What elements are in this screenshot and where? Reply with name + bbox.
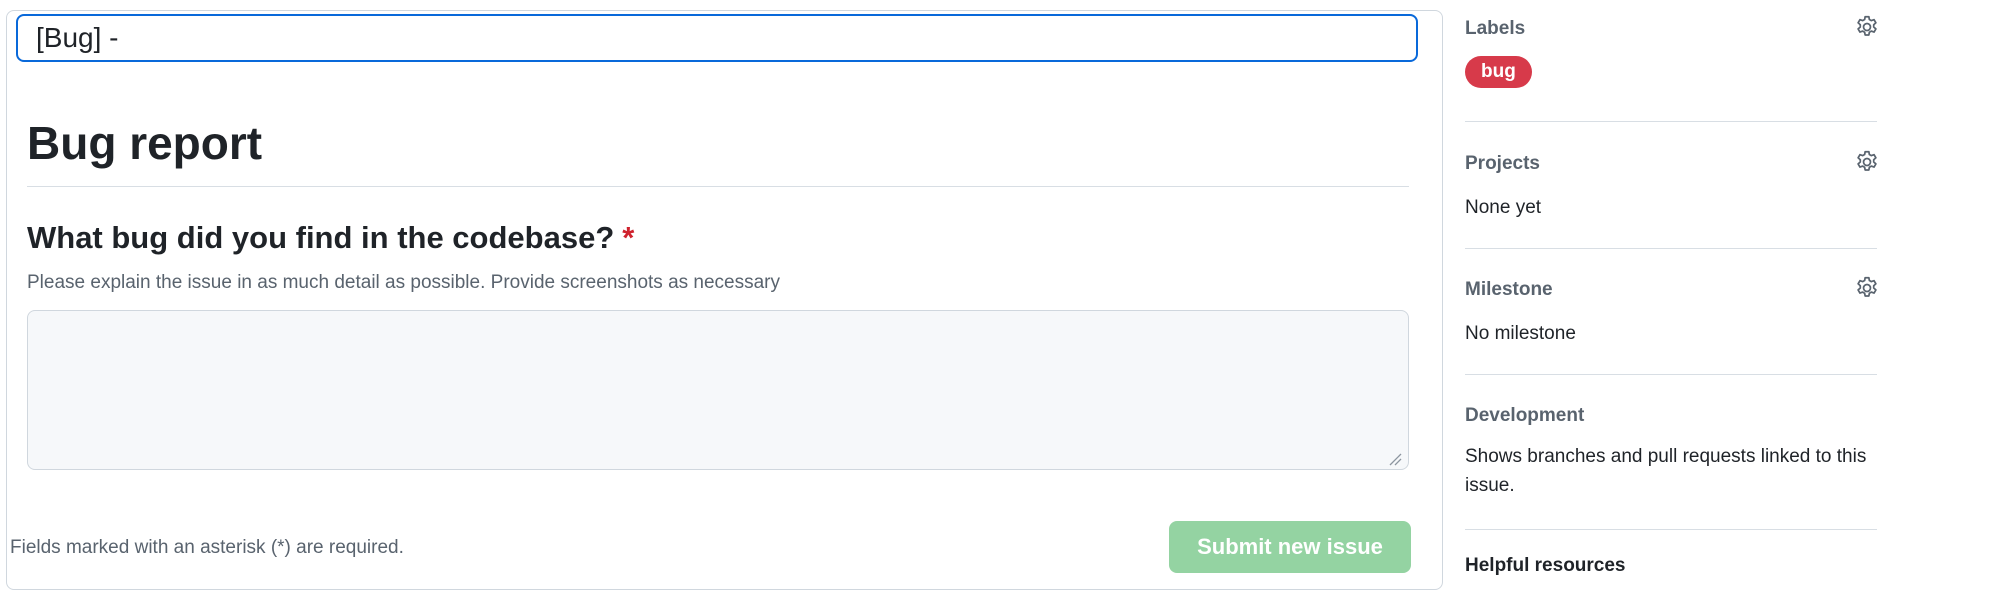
projects-gear-icon[interactable] (1854, 149, 1880, 175)
milestone-heading: Milestone (1465, 279, 1553, 300)
bug-label-pill[interactable]: bug (1465, 56, 1532, 88)
labels-heading: Labels (1465, 18, 1526, 39)
question-label-text: What bug did you find in the codebase? (27, 220, 615, 255)
form-heading: Bug report (27, 117, 263, 169)
resize-handle-icon[interactable] (1388, 452, 1402, 466)
sidebar-divider (1465, 121, 1877, 122)
issue-title-input[interactable] (16, 14, 1418, 62)
required-asterisk: * (622, 220, 635, 255)
development-section: Development (1465, 405, 1877, 427)
sidebar-divider (1465, 529, 1877, 530)
bug-description-textarea[interactable] (27, 310, 1409, 470)
helpful-resources-heading: Helpful resources (1465, 555, 1626, 576)
milestone-value: No milestone (1465, 323, 1576, 344)
submit-new-issue-button[interactable]: Submit new issue (1169, 521, 1411, 573)
milestone-section: Milestone (1465, 279, 1877, 301)
projects-section: Projects (1465, 153, 1877, 175)
labels-section: Labels (1465, 18, 1877, 40)
development-description: Shows branches and pull requests linked … (1465, 446, 1867, 496)
issue-form (6, 10, 1443, 590)
labels-gear-icon[interactable] (1854, 14, 1880, 40)
sidebar-divider (1465, 248, 1877, 249)
milestone-gear-icon[interactable] (1854, 275, 1880, 301)
heading-divider (27, 186, 1409, 187)
projects-value: None yet (1465, 197, 1542, 218)
required-fields-note: Fields marked with an asterisk (*) are r… (10, 537, 404, 558)
projects-heading: Projects (1465, 153, 1540, 174)
question-help-text: Please explain the issue in as much deta… (27, 272, 781, 293)
development-heading: Development (1465, 405, 1585, 426)
sidebar-divider (1465, 374, 1877, 375)
question-label: What bug did you find in the codebase? * (27, 218, 634, 258)
